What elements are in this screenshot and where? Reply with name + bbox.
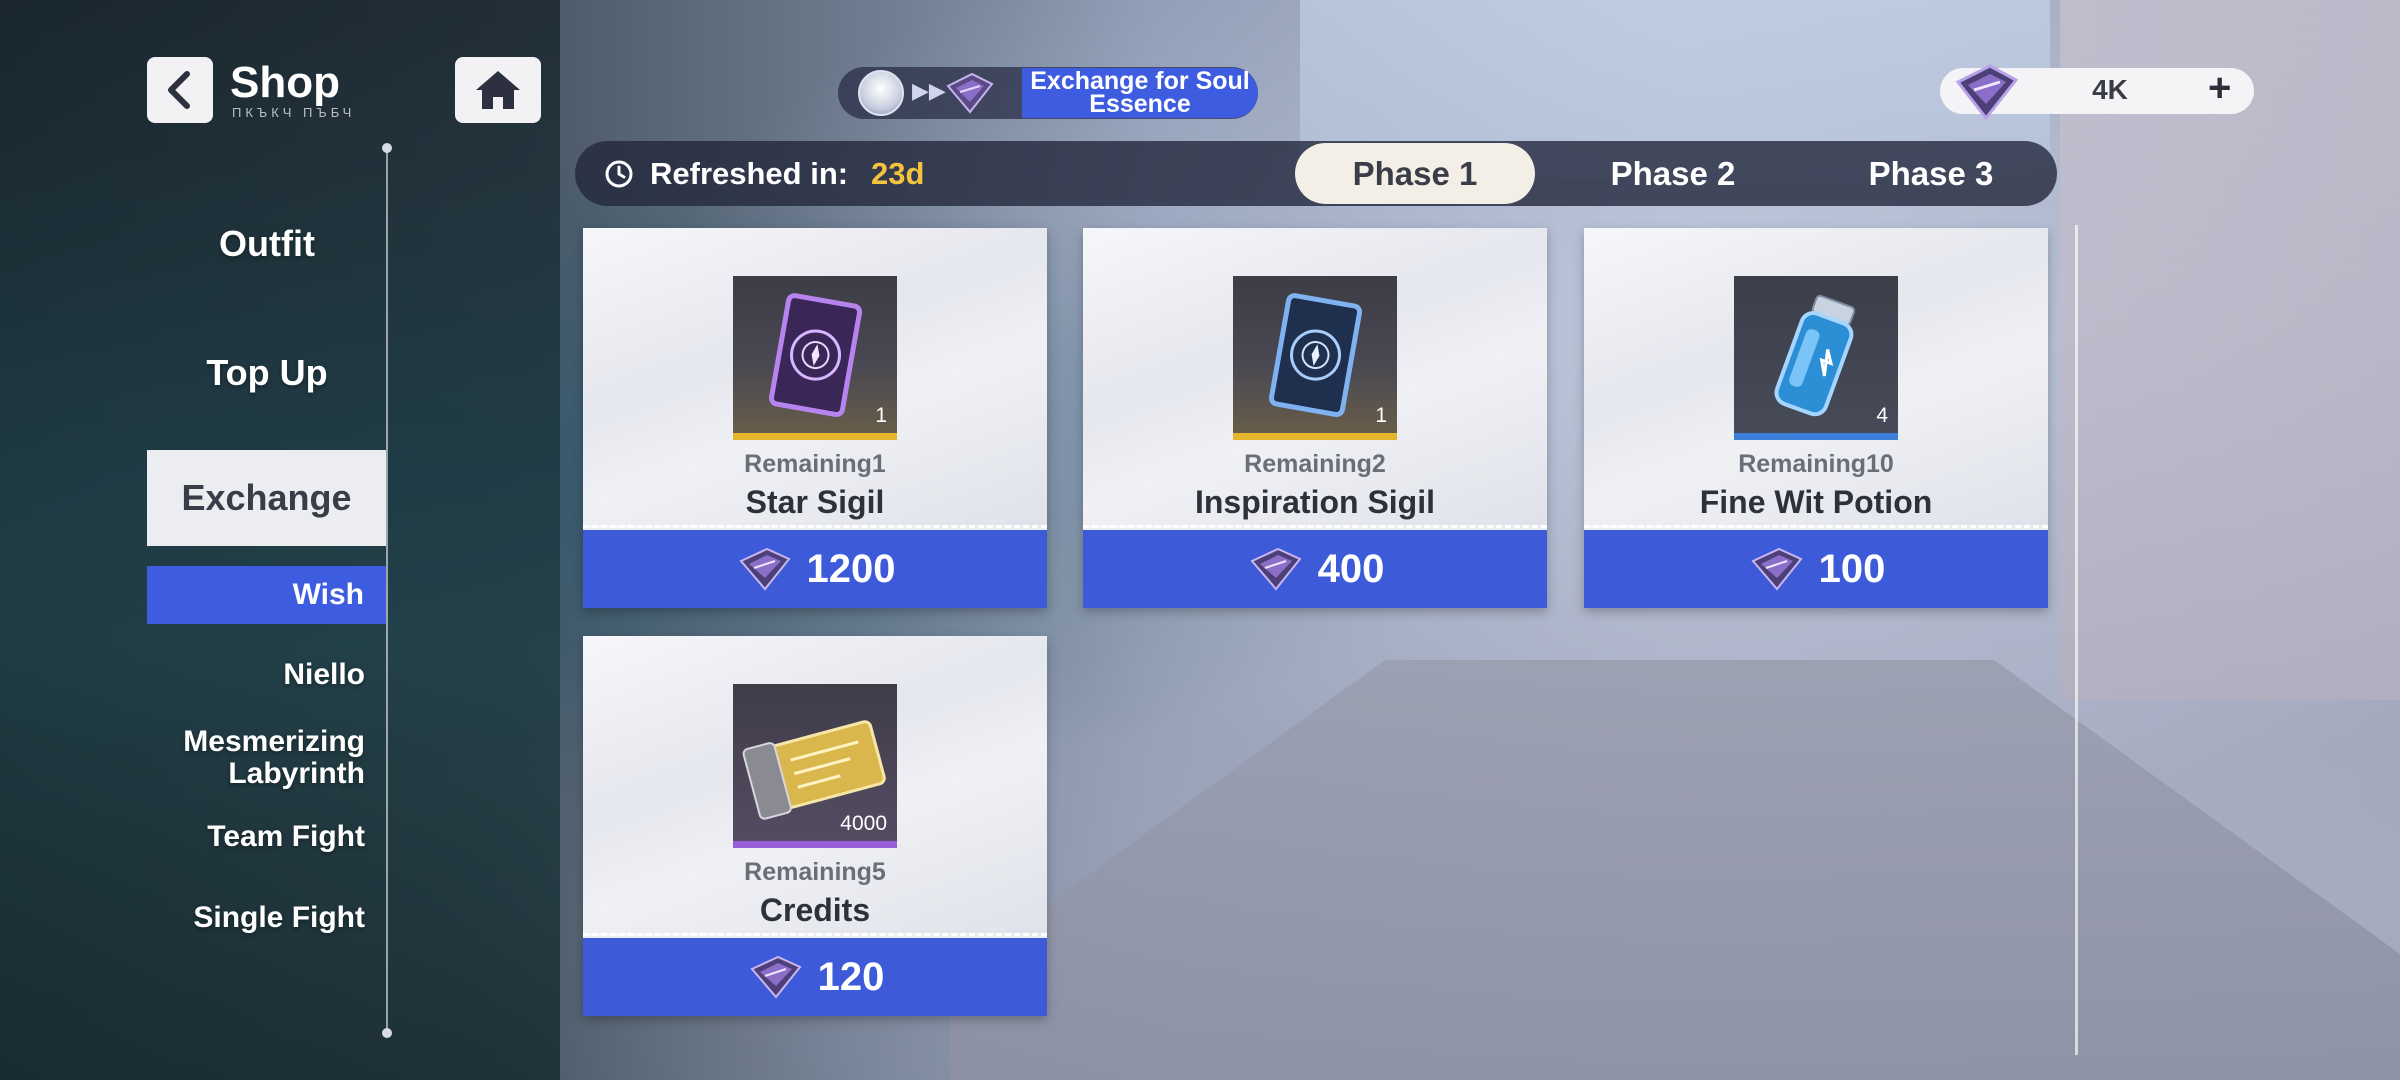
sidebar-subitem-wish[interactable]: Wish	[147, 566, 386, 624]
shop-item-card[interactable]: 4 Remaining10 Fine Wit Potion 100	[1584, 228, 2048, 608]
item-price: 120	[817, 954, 885, 999]
fast-forward-icon: ▶▶	[912, 78, 946, 103]
soul-essence-gem-icon	[1751, 547, 1803, 591]
back-button[interactable]	[147, 57, 213, 123]
sidebar-subitem-single-fight[interactable]: Single Fight	[147, 902, 365, 934]
sidebar-item-outfit[interactable]: Outfit	[147, 223, 387, 265]
remaining-count: Remaining5	[744, 858, 886, 886]
item-quantity: 1	[875, 404, 887, 427]
item-name: Star Sigil	[745, 484, 885, 520]
soul-essence-gem-icon	[738, 547, 791, 591]
chevron-left-icon	[168, 71, 190, 109]
sidebar-scroll-track[interactable]	[386, 148, 388, 1033]
item-name: Fine Wit Potion	[1699, 484, 1933, 520]
soul-essence-gem-icon	[1250, 547, 1302, 591]
price-button[interactable]: 1200	[583, 530, 1047, 608]
item-quantity: 4	[1876, 404, 1888, 427]
item-frame: 4	[1734, 276, 1898, 440]
sidebar-subitem-niello[interactable]: Niello	[147, 659, 365, 691]
avatar	[858, 70, 904, 116]
soul-essence-gem-icon	[1955, 64, 2019, 120]
inspiration-sigil-icon	[1268, 293, 1363, 418]
exchange-for-label: Exchange for Soul Essence	[1022, 68, 1258, 118]
sidebar-item-exchange[interactable]: Exchange	[147, 450, 386, 546]
add-currency-button[interactable]: +	[2208, 66, 2231, 111]
item-price: 400	[1317, 546, 1385, 591]
rarity-bar	[1734, 433, 1898, 440]
sidebar-subitem-team-fight[interactable]: Team Fight	[147, 821, 365, 853]
soul-essence-gem-icon	[750, 955, 802, 999]
home-button[interactable]	[455, 57, 541, 123]
currency-value: 4K	[2092, 74, 2128, 105]
sidebar-item-top-up[interactable]: Top Up	[147, 352, 387, 394]
tab-phase-1[interactable]: Phase 1	[1295, 143, 1535, 204]
tab-phase-2[interactable]: Phase 2	[1553, 143, 1793, 204]
item-frame: 1	[1233, 276, 1397, 440]
shop-item-card[interactable]: 1 Remaining2 Inspiration Sigil 400	[1083, 228, 1547, 608]
item-quantity: 1	[1375, 404, 1387, 427]
refresh-countdown: 23d	[871, 156, 925, 191]
item-frame: 4000	[733, 684, 897, 848]
remaining-count: Remaining10	[1738, 450, 1894, 478]
home-icon	[476, 71, 520, 109]
star-sigil-icon	[768, 293, 863, 418]
soul-essence-gem-icon	[946, 72, 994, 114]
rarity-bar	[733, 433, 897, 440]
item-quantity: 4000	[840, 812, 887, 835]
price-button[interactable]: 100	[1584, 530, 2048, 608]
rarity-bar	[733, 841, 897, 848]
price-button[interactable]: 400	[1083, 530, 1547, 608]
refresh-label: Refreshed in:	[650, 156, 849, 191]
item-price: 1200	[806, 546, 896, 591]
potion-icon	[1774, 294, 1856, 417]
sidebar-scroll-dot	[382, 1028, 392, 1038]
shop-item-card[interactable]: 4000 Remaining5 Credits 120	[583, 636, 1047, 1016]
sidebar-scroll-dot	[382, 143, 392, 153]
tab-phase-3[interactable]: Phase 3	[1811, 143, 2051, 204]
item-frame: 1	[733, 276, 897, 440]
background-street	[950, 660, 2400, 1080]
rarity-bar	[1233, 433, 1397, 440]
clock-icon	[605, 160, 633, 188]
remaining-count: Remaining2	[1244, 450, 1386, 478]
price-button[interactable]: 120	[583, 938, 1047, 1016]
item-price: 100	[1818, 546, 1886, 591]
list-scrollbar[interactable]	[2075, 225, 2078, 1055]
sidebar-subitem-mesmerizing-labyrinth[interactable]: Mesmerizing Labyrinth	[147, 726, 365, 789]
page-title: Shop	[230, 58, 340, 107]
shop-item-card[interactable]: 1 Remaining1 Star Sigil 1200	[583, 228, 1047, 608]
page-subtitle: ПКЪКЧ ПЪБЧ	[232, 105, 356, 120]
remaining-count: Remaining1	[744, 450, 886, 478]
item-name: Credits	[759, 892, 871, 928]
item-name: Inspiration Sigil	[1194, 484, 1435, 520]
